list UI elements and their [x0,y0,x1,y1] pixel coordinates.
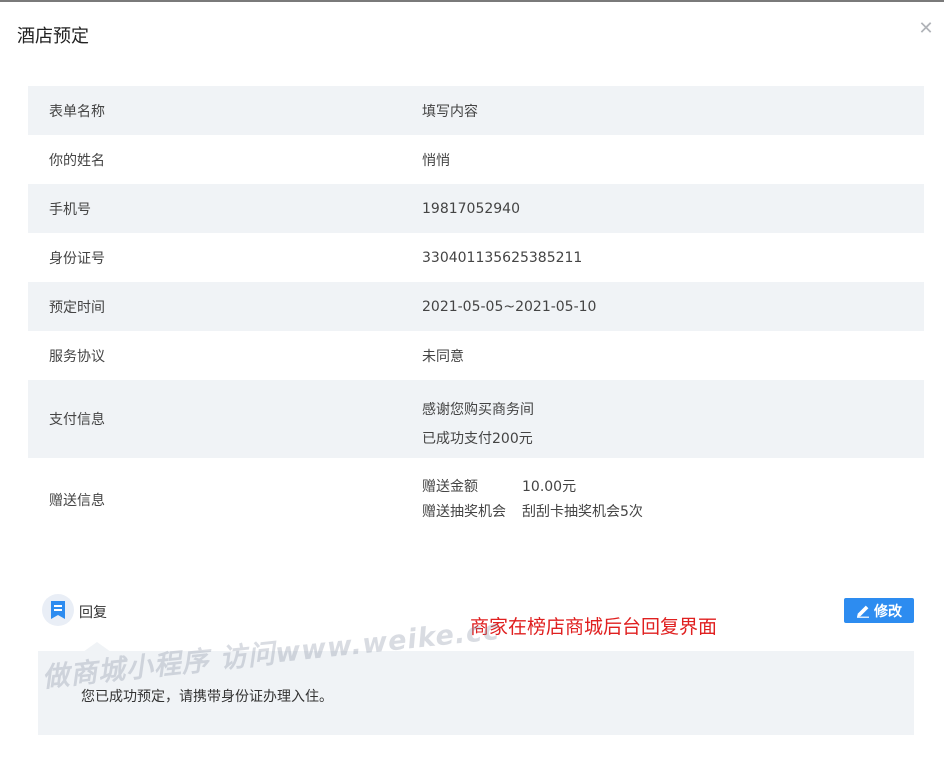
payment-line-2: 已成功支付200元 [422,431,533,447]
header-label-content: 填写内容 [422,103,478,120]
reply-message: 您已成功预定，请携带身份证办理入住。 [81,689,333,705]
reply-label: 回复 [79,605,107,621]
row-label-phone: 手机号 [49,201,91,218]
row-value-payment: 感谢您购买商务间 已成功支付200元 [422,396,534,454]
row-label-booking-time: 预定时间 [49,299,105,316]
table-row-name: 你的姓名 悄悄 [28,135,924,184]
table-row-id-number: 身份证号 330401135625385211 [28,233,924,282]
row-value-phone: 19817052940 [422,200,520,217]
edit-button-label: 修改 [874,603,902,620]
row-label-id-number: 身份证号 [49,250,105,267]
table-row-gift: 赠送信息 赠送金额 10.00元 赠送抽奖机会 刮刮卡抽奖机会5次 [28,458,924,541]
table-row-booking-time: 预定时间 2021-05-05~2021-05-10 [28,282,924,331]
row-label-name: 你的姓名 [49,152,105,169]
row-value-id-number: 330401135625385211 [422,249,583,266]
booking-form-table: 表单名称 填写内容 你的姓名 悄悄 手机号 19817052940 身份证号 3… [28,86,924,541]
modal-title: 酒店预定 [17,26,89,47]
annotation-text: 商家在榜店商城后台回复界面 [470,616,718,638]
gift-item-value: 10.00元 [522,479,577,495]
table-row-phone: 手机号 19817052940 [28,184,924,233]
table-row-agreement: 服务协议 未同意 [28,331,924,380]
row-label-agreement: 服务协议 [49,348,105,365]
gift-details: 赠送金额 10.00元 赠送抽奖机会 刮刮卡抽奖机会5次 [422,477,643,523]
window-top-border [0,0,944,2]
edit-reply-button[interactable]: 修改 [844,598,914,623]
gift-item-name: 赠送抽奖机会 [422,504,506,520]
table-header-row: 表单名称 填写内容 [28,86,924,135]
row-label-gift: 赠送信息 [49,492,105,509]
row-value-booking-time: 2021-05-05~2021-05-10 [422,298,597,315]
row-label-payment: 支付信息 [49,412,105,428]
row-value-name: 悄悄 [422,152,450,169]
header-label-form-name: 表单名称 [49,103,105,120]
reply-bookmark-icon [42,594,74,626]
pencil-icon [857,605,869,618]
row-value-agreement: 未同意 [422,348,464,365]
gift-item-name: 赠送金额 [422,479,478,495]
close-icon[interactable]: ✕ [917,20,935,38]
payment-line-1: 感谢您购买商务间 [422,402,534,418]
gift-item-value: 刮刮卡抽奖机会5次 [522,504,643,520]
table-row-payment: 支付信息 感谢您购买商务间 已成功支付200元 [28,380,924,458]
